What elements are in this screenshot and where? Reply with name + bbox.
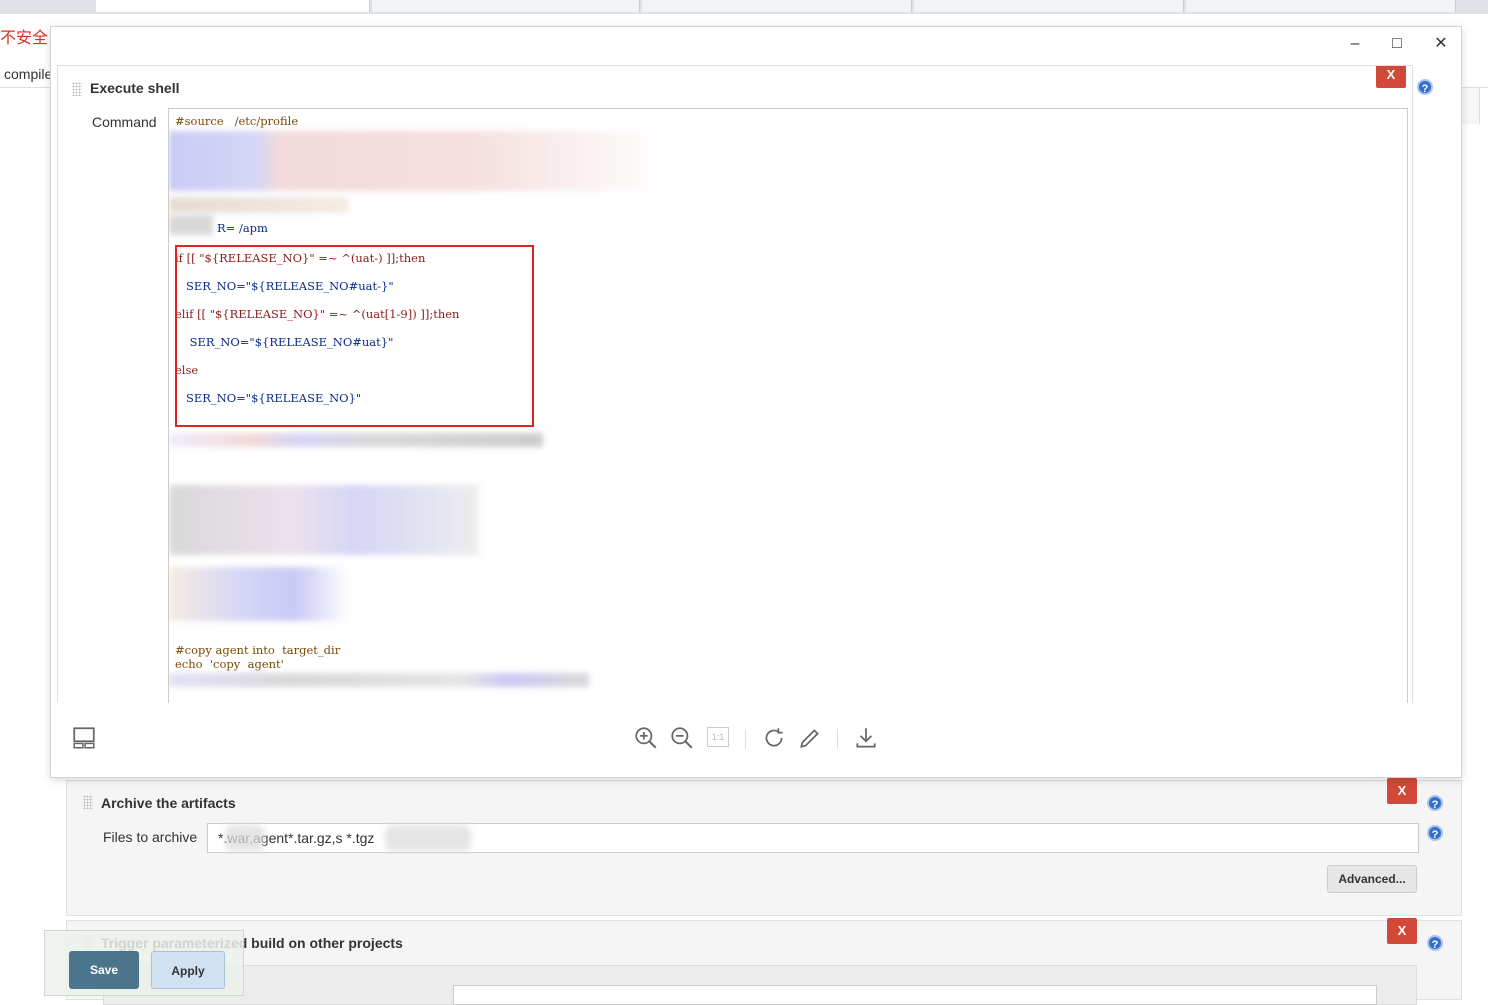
redaction [169,485,479,555]
rotate-icon[interactable] [761,725,787,751]
help-icon[interactable]: ? [1427,825,1443,841]
command-label: Command [92,114,157,130]
redaction [169,131,669,191]
minimize-icon[interactable]: – [1335,33,1375,55]
page-scroll-edge [1462,88,1480,124]
code-line: R= /apm [217,221,268,235]
browser-tab[interactable] [642,0,912,12]
redaction [169,673,589,687]
page-edge [1462,58,1488,88]
code-line: #copy agent into target_dir [175,643,341,657]
help-icon[interactable]: ? [1417,79,1433,95]
section-title: Execute shell [90,80,180,96]
redaction [169,567,349,621]
help-icon[interactable]: ? [1427,795,1443,811]
redaction [169,197,349,213]
trigger-build-section: Trigger parameterized build on other pro… [66,918,1462,1005]
section-title: Archive the artifacts [101,795,236,811]
edit-icon[interactable] [797,725,823,751]
thumbnail-icon[interactable] [71,725,97,751]
browser-tab[interactable] [372,0,640,12]
redaction [169,433,543,447]
advanced-button[interactable]: Advanced... [1327,865,1417,893]
toolbar-divider [837,729,838,749]
zoom-out-icon[interactable] [669,725,695,751]
files-to-archive-label: Files to archive [103,829,198,845]
toolbar-divider [745,729,746,749]
redaction [225,825,265,851]
delete-step-button[interactable]: X [1387,778,1417,804]
apply-button[interactable]: Apply [151,951,225,989]
archive-artifacts-section: Archive the artifacts X ? Files to archi… [66,778,1462,916]
drag-handle-icon[interactable] [83,795,93,809]
code-line: #source /etc/profile [175,114,299,128]
delete-step-button[interactable]: X [1376,66,1406,88]
help-icon[interactable]: ? [1427,935,1443,951]
highlight-box [175,245,534,427]
actual-size-icon[interactable]: 1:1 [707,727,729,747]
command-textarea[interactable]: #source /etc/profile R= /apm if [[ "${RE… [168,108,1408,704]
execute-shell-section: Execute shell X Command #source /etc/pro… [57,65,1413,705]
browser-tab[interactable] [914,0,1184,12]
projects-input[interactable] [453,985,1377,1005]
close-icon[interactable]: ✕ [1421,33,1461,55]
code-line: echo 'copy agent' [175,657,284,671]
drag-handle-icon[interactable] [72,82,82,96]
download-icon[interactable] [853,725,879,751]
delete-step-button[interactable]: X [1387,918,1417,944]
security-warning: 不安全 [0,28,49,47]
redaction [169,215,213,235]
redaction [385,825,471,851]
browser-tab[interactable] [96,0,370,12]
maximize-icon[interactable]: □ [1377,33,1417,55]
image-viewer-window: – □ ✕ Execute shell X Command #source /e… [50,26,1462,778]
zoom-in-icon[interactable] [633,725,659,751]
viewer-toolbar: 1:1 [51,703,1461,777]
save-button[interactable]: Save [69,951,139,989]
breadcrumb[interactable]: compile [0,58,56,88]
browser-tab-strip [0,0,1488,14]
browser-tab[interactable] [1186,0,1456,12]
form-actions-bar: Save Apply [44,930,244,996]
